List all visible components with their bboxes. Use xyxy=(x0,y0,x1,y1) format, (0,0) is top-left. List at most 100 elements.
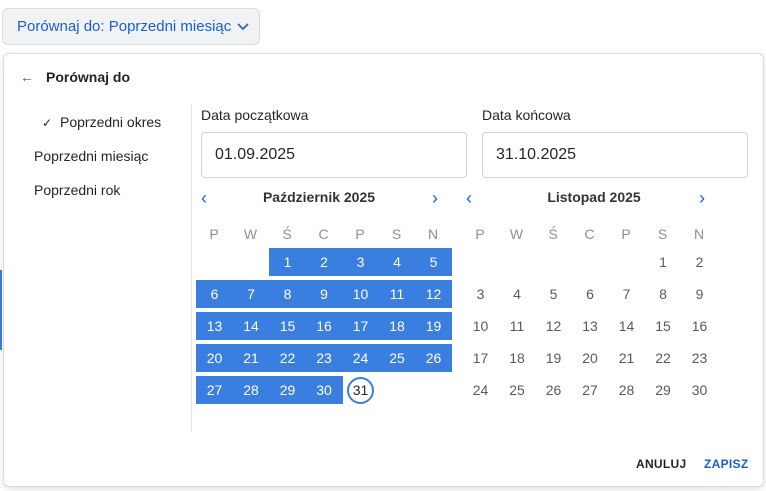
check-icon: ✓ xyxy=(42,116,53,130)
day-cell[interactable]: 11 xyxy=(499,312,536,340)
day-cell[interactable]: 11 xyxy=(378,280,416,308)
day-cell[interactable]: 26 xyxy=(535,376,572,404)
prev-month-right-icon[interactable]: ‹ xyxy=(466,188,472,209)
day-cell[interactable]: 28 xyxy=(608,376,645,404)
day-cell[interactable]: 10 xyxy=(342,280,379,308)
end-date-label: Data końcowa xyxy=(482,107,571,123)
day-cell[interactable]: 29 xyxy=(269,376,306,404)
day-cell[interactable]: 5 xyxy=(535,280,572,308)
day-cell[interactable]: 25 xyxy=(378,344,416,372)
day-cell[interactable]: 28 xyxy=(232,376,270,404)
day-cell[interactable]: 19 xyxy=(535,344,572,372)
day-cell[interactable]: 31 xyxy=(342,376,379,404)
day-cell[interactable]: 6 xyxy=(196,280,233,308)
left-month-title: Październik 2025 xyxy=(262,189,376,205)
day-cell[interactable]: 15 xyxy=(645,312,682,340)
day-cell[interactable]: 4 xyxy=(378,248,416,276)
day-cell[interactable]: 10 xyxy=(462,312,499,340)
day-cell[interactable]: 20 xyxy=(572,344,609,372)
day-cell[interactable]: 14 xyxy=(232,312,270,340)
day-cell[interactable]: 7 xyxy=(232,280,270,308)
compare-to-label: Porównaj do: Poprzedni miesiąc xyxy=(17,18,232,35)
back-arrow-icon[interactable]: ← xyxy=(20,69,34,85)
day-cell[interactable]: 1 xyxy=(645,248,682,276)
day-cell[interactable]: 26 xyxy=(415,344,452,372)
end-date-value: 31.10.2025 xyxy=(496,146,577,163)
weekday-label: C xyxy=(318,226,329,242)
day-cell[interactable]: 7 xyxy=(608,280,645,308)
right-month-title: Listopad 2025 xyxy=(547,189,641,205)
day-cell[interactable]: 21 xyxy=(232,344,270,372)
weekday-label: S xyxy=(391,226,402,242)
day-cell[interactable]: 24 xyxy=(462,376,499,404)
day-cell[interactable]: 24 xyxy=(342,344,379,372)
day-cell[interactable]: 15 xyxy=(269,312,306,340)
day-cell[interactable]: 14 xyxy=(608,312,645,340)
weekday-label: W xyxy=(509,226,524,242)
panel-title: Porównaj do xyxy=(46,69,130,85)
day-cell[interactable]: 16 xyxy=(681,312,718,340)
weekday-label: P xyxy=(355,226,365,242)
start-date-field[interactable]: 01.09.2025 xyxy=(201,132,467,178)
day-cell[interactable]: 8 xyxy=(269,280,306,308)
option-previous-year[interactable]: Poprzedni rok xyxy=(34,182,120,198)
option-label: Poprzedni okres xyxy=(60,114,162,130)
compare-to-button[interactable]: Porównaj do: Poprzedni miesiąc xyxy=(2,8,260,45)
option-label: Poprzedni miesiąc xyxy=(34,148,149,164)
day-cell[interactable]: 25 xyxy=(499,376,536,404)
day-cell[interactable]: 20 xyxy=(196,344,233,372)
start-date-label: Data początkowa xyxy=(201,107,309,123)
background-edge xyxy=(0,270,2,350)
day-cell[interactable]: 27 xyxy=(572,376,609,404)
day-cell[interactable]: 3 xyxy=(462,280,499,308)
weekday-label: P xyxy=(621,226,631,242)
day-cell[interactable]: 23 xyxy=(305,344,343,372)
day-cell[interactable]: 2 xyxy=(681,248,718,276)
day-cell[interactable]: 6 xyxy=(572,280,609,308)
weekday-label: C xyxy=(584,226,595,242)
panel-divider xyxy=(191,104,192,432)
panel-header: ← Porównaj do xyxy=(20,69,130,85)
day-cell[interactable]: 2 xyxy=(305,248,343,276)
cancel-button[interactable]: ANULUJ xyxy=(636,457,686,471)
end-date-field[interactable]: 31.10.2025 xyxy=(482,132,748,178)
next-month-right-icon[interactable]: › xyxy=(699,188,705,209)
prev-month-icon[interactable]: ‹ xyxy=(201,188,207,209)
day-cell[interactable]: 23 xyxy=(681,344,718,372)
chevron-down-icon xyxy=(237,18,249,35)
weekday-label: P xyxy=(475,226,485,242)
day-cell[interactable]: 18 xyxy=(378,312,416,340)
day-cell[interactable]: 17 xyxy=(342,312,379,340)
day-cell[interactable]: 21 xyxy=(608,344,645,372)
day-cell[interactable]: 29 xyxy=(645,376,682,404)
day-cell[interactable]: 19 xyxy=(415,312,452,340)
day-cell[interactable]: 17 xyxy=(462,344,499,372)
next-month-icon[interactable]: › xyxy=(432,188,438,209)
day-cell[interactable]: 1 xyxy=(269,248,306,276)
weekday-label: S xyxy=(657,226,668,242)
day-cell[interactable]: 22 xyxy=(269,344,306,372)
day-cell[interactable]: 4 xyxy=(499,280,536,308)
day-cell[interactable]: 30 xyxy=(681,376,718,404)
day-cell[interactable]: 30 xyxy=(305,376,343,404)
day-cell[interactable]: 9 xyxy=(305,280,343,308)
day-cell[interactable]: 13 xyxy=(572,312,609,340)
day-cell[interactable]: 12 xyxy=(415,280,452,308)
day-cell[interactable]: 3 xyxy=(342,248,379,276)
option-previous-period[interactable]: ✓ Poprzedni okres xyxy=(42,114,161,130)
day-cell[interactable]: 22 xyxy=(645,344,682,372)
day-cell[interactable]: 8 xyxy=(645,280,682,308)
day-cell[interactable]: 12 xyxy=(535,312,572,340)
weekday-label: N xyxy=(693,226,705,242)
weekday-label: Ś xyxy=(282,226,292,242)
save-button[interactable]: ZAPISZ xyxy=(704,457,748,471)
option-previous-month[interactable]: Poprzedni miesiąc xyxy=(34,148,148,164)
day-cell[interactable]: 18 xyxy=(499,344,536,372)
day-cell[interactable]: 9 xyxy=(681,280,718,308)
day-cell[interactable]: 5 xyxy=(415,248,452,276)
weekday-label: W xyxy=(243,226,258,242)
day-cell[interactable]: 13 xyxy=(196,312,233,340)
day-cell[interactable]: 27 xyxy=(196,376,233,404)
day-cell[interactable]: 16 xyxy=(305,312,343,340)
weekday-label: Ś xyxy=(548,226,558,242)
